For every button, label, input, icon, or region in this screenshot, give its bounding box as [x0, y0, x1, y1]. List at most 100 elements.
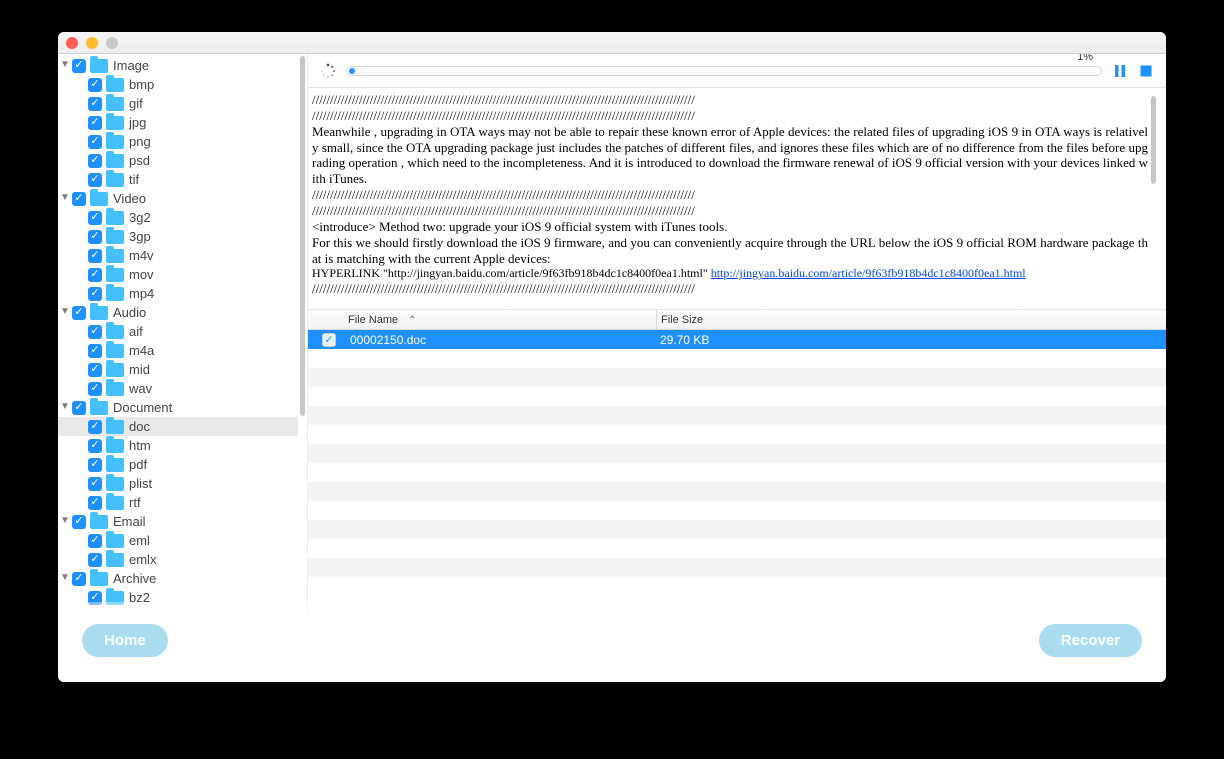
checkbox[interactable] — [88, 116, 102, 130]
progress-bar: 1% — [308, 54, 1166, 88]
sidebar-item-3gp[interactable]: 3gp — [58, 227, 298, 246]
recover-button[interactable]: Recover — [1039, 624, 1142, 657]
file-list[interactable]: 00002150.doc29.70 KB — [308, 330, 1166, 612]
checkbox[interactable] — [88, 553, 102, 567]
folder-icon — [106, 477, 124, 491]
sidebar-item-doc[interactable]: doc — [58, 417, 298, 436]
checkbox[interactable] — [72, 401, 86, 415]
sidebar-item-mp4[interactable]: mp4 — [58, 284, 298, 303]
sidebar-item-wav[interactable]: wav — [58, 379, 298, 398]
sidebar-item-tif[interactable]: tif — [58, 170, 298, 189]
sidebar-group-document[interactable]: ▼Document — [58, 398, 298, 417]
sidebar-item-mov[interactable]: mov — [58, 265, 298, 284]
preview-hyperlink[interactable]: http://jingyan.baidu.com/article/9f63fb9… — [711, 266, 1026, 280]
checkbox[interactable] — [72, 515, 86, 529]
checkbox[interactable] — [88, 496, 102, 510]
sidebar-scrollbar[interactable] — [298, 54, 307, 612]
sidebar-item-label: m4a — [129, 343, 154, 358]
checkbox[interactable] — [88, 363, 102, 377]
checkbox[interactable] — [88, 458, 102, 472]
checkbox[interactable] — [72, 192, 86, 206]
minimize-window-button[interactable] — [86, 37, 98, 49]
sidebar-item-label: bmp — [129, 77, 154, 92]
maximize-window-button[interactable] — [106, 37, 118, 49]
disclosure-icon[interactable]: ▼ — [60, 402, 70, 412]
preview-scrollbar-thumb[interactable] — [1151, 96, 1156, 184]
checkbox[interactable] — [88, 382, 102, 396]
sidebar-item-label: doc — [129, 419, 150, 434]
checkbox[interactable] — [88, 211, 102, 225]
disclosure-icon[interactable]: ▼ — [60, 307, 70, 317]
sidebar-item-3g2[interactable]: 3g2 — [58, 208, 298, 227]
sidebar-group-archive[interactable]: ▼Archive — [58, 569, 298, 588]
sidebar-item-jpg[interactable]: jpg — [58, 113, 298, 132]
checkbox[interactable] — [88, 477, 102, 491]
disclosure-icon[interactable]: ▼ — [60, 60, 70, 70]
disclosure-icon[interactable]: ▼ — [60, 516, 70, 526]
sidebar-item-label: htm — [129, 438, 151, 453]
checkbox[interactable] — [72, 59, 86, 73]
checkbox[interactable] — [88, 97, 102, 111]
home-button[interactable]: Home — [82, 624, 168, 657]
folder-icon — [90, 59, 108, 73]
checkbox[interactable] — [72, 572, 86, 586]
footer: Home Recover — [58, 602, 1166, 682]
sidebar-item-rtf[interactable]: rtf — [58, 493, 298, 512]
sidebar-item-psd[interactable]: psd — [58, 151, 298, 170]
sidebar-group-email[interactable]: ▼Email — [58, 512, 298, 531]
folder-icon — [106, 420, 124, 434]
sidebar-item-pdf[interactable]: pdf — [58, 455, 298, 474]
sidebar[interactable]: ▼Imagebmpgifjpgpngpsdtif▼Video3g23gpm4vm… — [58, 54, 298, 612]
checkbox[interactable] — [88, 287, 102, 301]
sidebar-group-video[interactable]: ▼Video — [58, 189, 298, 208]
sidebar-item-emlx[interactable]: emlx — [58, 550, 298, 569]
checkbox[interactable] — [322, 333, 336, 347]
checkbox[interactable] — [88, 268, 102, 282]
sidebar-item-aif[interactable]: aif — [58, 322, 298, 341]
checkbox[interactable] — [88, 344, 102, 358]
sidebar-item-mid[interactable]: mid — [58, 360, 298, 379]
sidebar-item-htm[interactable]: htm — [58, 436, 298, 455]
folder-icon — [106, 230, 124, 244]
stop-button[interactable] — [1138, 63, 1154, 79]
checkbox[interactable] — [88, 230, 102, 244]
disclosure-icon[interactable]: ▼ — [60, 193, 70, 203]
file-row[interactable]: 00002150.doc29.70 KB — [308, 330, 1166, 349]
checkbox[interactable] — [88, 534, 102, 548]
sidebar-group-image[interactable]: ▼Image — [58, 56, 298, 75]
folder-icon — [106, 382, 124, 396]
checkbox[interactable] — [88, 420, 102, 434]
checkbox[interactable] — [88, 135, 102, 149]
column-file-size[interactable]: File Size — [656, 310, 1166, 329]
sidebar-item-gif[interactable]: gif — [58, 94, 298, 113]
preview-pane[interactable]: ////////////////////////////////////////… — [308, 88, 1166, 310]
checkbox[interactable] — [88, 325, 102, 339]
checkbox[interactable] — [88, 173, 102, 187]
checkbox[interactable] — [88, 439, 102, 453]
sidebar-item-m4a[interactable]: m4a — [58, 341, 298, 360]
sidebar-item-plist[interactable]: plist — [58, 474, 298, 493]
sidebar-item-png[interactable]: png — [58, 132, 298, 151]
empty-row — [308, 539, 1166, 558]
sidebar-group-audio[interactable]: ▼Audio — [58, 303, 298, 322]
checkbox[interactable] — [88, 78, 102, 92]
disclosure-icon[interactable]: ▼ — [60, 573, 70, 583]
checkbox[interactable] — [88, 154, 102, 168]
column-file-name[interactable]: File Name — [348, 314, 656, 326]
sidebar-item-label: png — [129, 134, 151, 149]
folder-icon — [90, 306, 108, 320]
spinner-icon — [320, 63, 336, 79]
sidebar-scrollbar-thumb[interactable] — [300, 56, 305, 416]
checkbox[interactable] — [72, 306, 86, 320]
sidebar-item-eml[interactable]: eml — [58, 531, 298, 550]
sidebar-item-bmp[interactable]: bmp — [58, 75, 298, 94]
sidebar-item-m4v[interactable]: m4v — [58, 246, 298, 265]
pause-button[interactable] — [1112, 63, 1128, 79]
empty-row — [308, 501, 1166, 520]
folder-icon — [90, 192, 108, 206]
checkbox[interactable] — [88, 249, 102, 263]
preview-scrollbar[interactable] — [1148, 92, 1158, 305]
close-window-button[interactable] — [66, 37, 78, 49]
sidebar-item-label: mp4 — [129, 286, 154, 301]
empty-row — [308, 520, 1166, 539]
